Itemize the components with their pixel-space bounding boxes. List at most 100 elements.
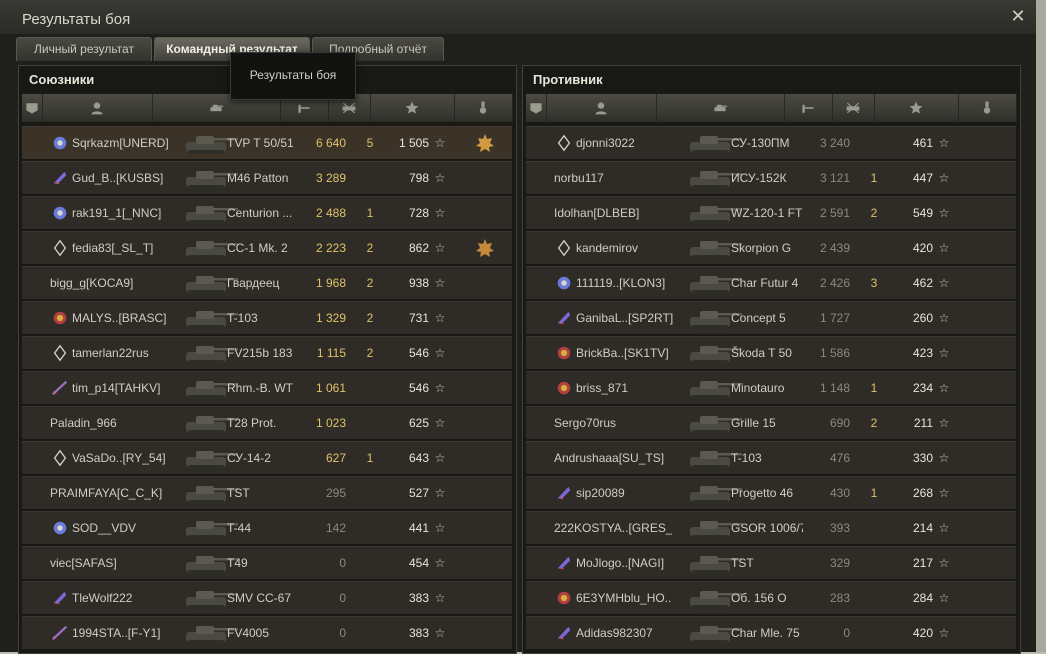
close-icon[interactable]: ✕ — [1010, 7, 1026, 25]
star-icon: ☆ — [938, 591, 950, 605]
player-name: briss_871 — [576, 381, 629, 395]
allies-title: Союзники — [29, 72, 95, 87]
player-row[interactable]: briss_871 Minotauro 1 148 1 234 ☆ — [526, 371, 1016, 404]
damage-value: 2 591 — [819, 206, 850, 220]
xp-value: 330 — [912, 451, 933, 465]
player-row[interactable]: sip20089 Progetto 46 430 1 268 ☆ — [526, 476, 1016, 509]
player-row[interactable]: Sqrkazm[UNERD] TVP T 50/51 6 640 5 1 505 ☆ — [22, 126, 512, 159]
kills-value — [856, 442, 892, 474]
player-name: sip20089 — [576, 486, 625, 500]
player-row[interactable]: MALYS..[BRASC] T-103 1 329 2 731 ☆ — [22, 301, 512, 334]
star-icon: ☆ — [938, 206, 950, 220]
xp-value: 546 — [408, 346, 429, 360]
player-row[interactable]: rak191_1[_NNC] Centurion ... 2 488 1 728 ☆ — [22, 196, 512, 229]
damage-value: 627 — [325, 451, 346, 465]
player-row[interactable]: BrickBa..[SK1TV] Škoda T 50 1 586 423 ☆ — [526, 336, 1016, 369]
xp-value: 441 — [408, 521, 429, 535]
player-name: tim_p14[TAHKV] — [72, 381, 161, 395]
player-row[interactable]: MoJlogo..[NAGI] TST 329 217 ☆ — [526, 546, 1016, 579]
player-row[interactable]: VaSaDo..[RY_54] СУ-14-2 627 1 643 ☆ — [22, 441, 512, 474]
damage-value: 690 — [829, 416, 850, 430]
tank-name: СУ-130ПМ — [731, 136, 790, 150]
damage-value: 3 121 — [819, 171, 850, 185]
player-row[interactable]: Paladin_966 T28 Prot. 1 023 625 ☆ — [22, 406, 512, 439]
player-row[interactable]: Idolhan[DLBEB] WZ-120-1 FT 2 591 2 549 ☆ — [526, 196, 1016, 229]
player-row[interactable]: Andrushaaa[SU_TS] T-103 476 330 ☆ — [526, 441, 1016, 474]
player-icon — [91, 102, 103, 115]
gear-icon — [50, 127, 70, 159]
star-icon: ☆ — [938, 381, 950, 395]
player-row[interactable]: PRAIMFAYA[C_C_K] TST 295 527 ☆ — [22, 476, 512, 509]
player-row[interactable]: Sergo70rus Grille 15 690 2 211 ☆ — [526, 406, 1016, 439]
kills-value — [352, 407, 388, 439]
enemies-header-tank[interactable] — [656, 94, 785, 122]
damage-value: 430 — [829, 486, 850, 500]
player-row[interactable]: kandemirov Skorpion G 2 439 420 ☆ — [526, 231, 1016, 264]
player-row[interactable]: Adidas982307 Char Mle. 75 0 420 ☆ — [526, 616, 1016, 649]
tank-name: FV215b 183 — [227, 346, 293, 360]
player-row[interactable]: norbu117 ИСУ-152К 3 121 1 447 ☆ — [526, 161, 1016, 194]
player-name: 6E3YMHblu_HO.. — [576, 591, 672, 605]
damage-value: 1 115 — [316, 346, 346, 360]
kills-value — [352, 617, 388, 649]
xp-star-icon — [405, 101, 419, 114]
kills-value: 1 — [870, 171, 878, 185]
kills-value — [856, 337, 892, 369]
xp-value: 731 — [408, 311, 429, 325]
tab-personal-result[interactable]: Личный результат — [16, 37, 152, 61]
allies-header-xp-star[interactable] — [370, 94, 455, 122]
damage-value: 1 727 — [819, 311, 850, 325]
badge-icon — [530, 103, 542, 114]
player-row[interactable]: 111119..[KLON3] Char Futur 4 2 426 3 462 ☆ — [526, 266, 1016, 299]
player-row[interactable]: viec[SAFAS] T49 0 454 ☆ — [22, 546, 512, 579]
player-name: VaSaDo..[RY_54] — [72, 451, 166, 465]
badge-icon — [26, 103, 38, 114]
ring-icon — [554, 582, 574, 614]
allies-header-player[interactable] — [42, 94, 153, 122]
player-row[interactable]: bigg_g[KOCA9] Гвардеец 1 968 2 938 ☆ — [22, 266, 512, 299]
xp-value: 625 — [408, 416, 429, 430]
player-row[interactable]: TleWolf222 SMV CC-67 0 383 ☆ — [22, 581, 512, 614]
tank-name: M46 Patton — [227, 171, 289, 185]
tank-name: T-103 — [731, 451, 762, 465]
player-name: Andrushaaa[SU_TS] — [554, 451, 665, 465]
xp-value: 447 — [912, 171, 933, 185]
enemies-header-xp-star[interactable] — [874, 94, 959, 122]
kills-value: 1 — [366, 206, 374, 220]
player-name: MoJlogo..[NAGI] — [576, 556, 665, 570]
player-row[interactable]: djonni3022 СУ-130ПМ 3 240 461 ☆ — [526, 126, 1016, 159]
star-icon: ☆ — [938, 521, 950, 535]
kills-value — [856, 232, 892, 264]
allies-header-medal[interactable] — [454, 94, 513, 122]
player-row[interactable]: 6E3YMHblu_HO.. Об. 156 О 283 284 ☆ — [526, 581, 1016, 614]
player-name: viec[SAFAS] — [50, 556, 117, 570]
xp-value: 217 — [912, 556, 933, 570]
player-row[interactable]: fedia83[_SL_T] CC-1 Mk. 2 2 223 2 862 ☆ — [22, 231, 512, 264]
xp-value: 798 — [408, 171, 429, 185]
star-icon: ☆ — [938, 136, 950, 150]
xp-value: 546 — [408, 381, 429, 395]
xp-value: 461 — [912, 136, 933, 150]
allies-panel: Союзники Sqrkazm[UNERD] TVP T 50/51 6 640 5… — [18, 65, 517, 654]
tank-name: WZ-120-1 FT — [731, 206, 803, 220]
medal-icon — [983, 101, 991, 114]
diamond-icon — [50, 442, 70, 474]
allies-header-badge[interactable] — [22, 94, 43, 122]
player-row[interactable]: 222KOSTYA..[GRES_] GSOR 1006/7 393 214 ☆ — [526, 511, 1016, 544]
enemies-header-damage[interactable] — [784, 94, 833, 122]
player-row[interactable]: tim_p14[TAHKV] Rhm.-B. WT 1 061 546 ☆ — [22, 371, 512, 404]
player-row[interactable]: GanibaL..[SP2RT] Concept 5 1 727 260 ☆ — [526, 301, 1016, 334]
enemies-header-badge[interactable] — [526, 94, 547, 122]
enemies-header-kills[interactable] — [832, 94, 875, 122]
player-row[interactable]: SOD__VDV T-44 142 441 ☆ — [22, 511, 512, 544]
tank-name: T-44 — [227, 521, 252, 535]
player-row[interactable]: 1994STA..[F-Y1] FV4005 0 383 ☆ — [22, 616, 512, 649]
enemies-header-player[interactable] — [546, 94, 657, 122]
kills-icon — [846, 102, 860, 114]
enemies-header-medal[interactable] — [958, 94, 1017, 122]
kills-value — [856, 617, 892, 649]
battle-results-window: Результаты боя ✕ Личный результат Команд… — [0, 0, 1037, 654]
player-row[interactable]: Gud_B..[KUSBS] M46 Patton 3 289 798 ☆ — [22, 161, 512, 194]
player-row[interactable]: tamerlan22rus FV215b 183 1 115 2 546 ☆ — [22, 336, 512, 369]
player-name: PRAIMFAYA[C_C_K] — [50, 486, 163, 500]
